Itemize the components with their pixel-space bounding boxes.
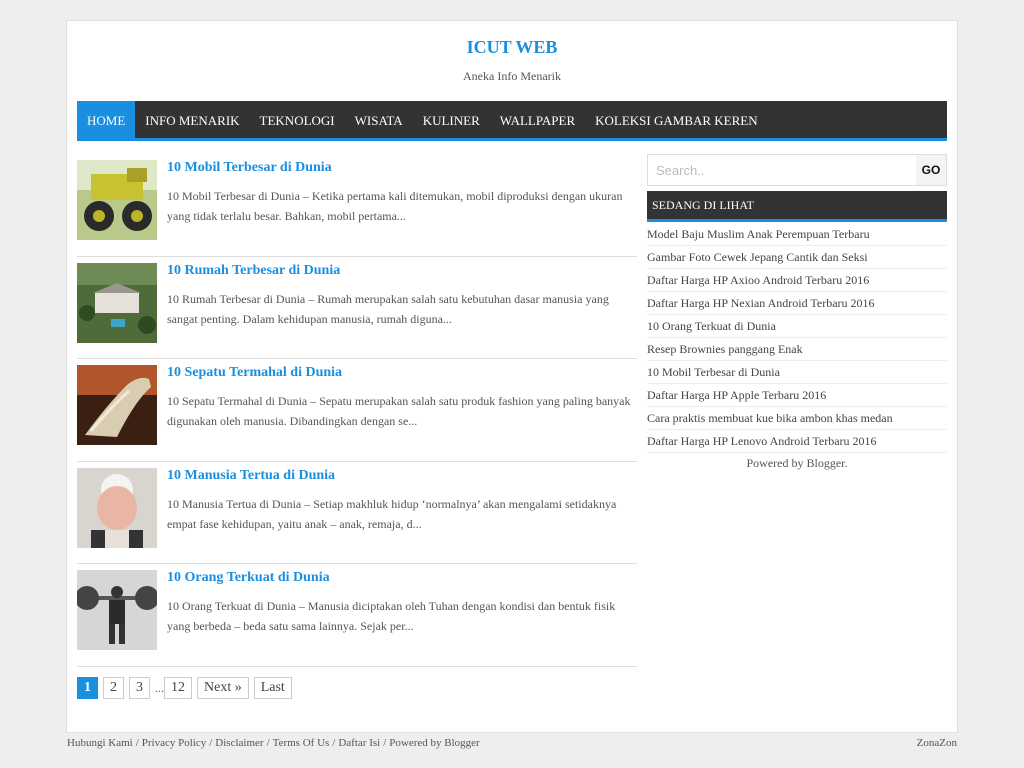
main-nav: HOME INFO MENARIK TEKNOLOGI WISATA KULIN…: [77, 101, 947, 141]
popular-posts-list: Model Baju Muslim Anak Perempuan Terbaru…: [647, 223, 947, 453]
popular-post-item[interactable]: Daftar Harga HP Axioo Android Terbaru 20…: [647, 269, 947, 292]
search-box: GO: [647, 154, 947, 186]
footer-credit[interactable]: ZonaZon: [917, 737, 957, 749]
post-item: 10 Orang Terkuat di Dunia 10 Orang Terku…: [77, 564, 637, 667]
sidebar: GO SEDANG DI LIHAT Model Baju Muslim Ana…: [647, 154, 947, 473]
footer-separator: /: [332, 737, 336, 749]
post-excerpt: 10 Sepatu Termahal di Dunia – Sepatu mer…: [167, 394, 631, 428]
site-description: Aneka Info Menarik: [463, 69, 561, 83]
post-thumbnail-elder[interactable]: [77, 467, 157, 548]
footer-link-privacy-policy[interactable]: Privacy Policy: [142, 737, 206, 749]
footer-separator: /: [209, 737, 213, 749]
popular-post-item[interactable]: Resep Brownies panggang Enak: [647, 338, 947, 361]
page-link-3[interactable]: 3: [129, 677, 150, 699]
nav-item-koleksi-gambar[interactable]: KOLEKSI GAMBAR KEREN: [585, 101, 768, 141]
site-title[interactable]: ICUT WEB: [67, 37, 957, 58]
post-item: 10 Rumah Terbesar di Dunia 10 Rumah Terb…: [77, 257, 637, 359]
popular-post-item[interactable]: Gambar Foto Cewek Jepang Cantik dan Seks…: [647, 246, 947, 269]
footer-link-terms[interactable]: Terms Of Us: [273, 737, 330, 749]
page-link-2[interactable]: 2: [103, 677, 124, 699]
page-link-last-number[interactable]: 12: [164, 677, 192, 699]
popular-post-item[interactable]: Daftar Harga HP Nexian Android Terbaru 2…: [647, 292, 947, 315]
footer-separator: /: [135, 737, 139, 749]
post-thumbnail-mansion[interactable]: [77, 262, 157, 343]
popular-post-item[interactable]: Model Baju Muslim Anak Perempuan Terbaru: [647, 223, 947, 246]
last-page-button[interactable]: Last: [253, 677, 292, 699]
post-item: 10 Mobil Terbesar di Dunia 10 Mobil Terb…: [77, 154, 637, 257]
footer-links: Hubungi Kami / Privacy Policy / Disclaimer / T…: [67, 737, 480, 749]
footer-link-disclaimer[interactable]: Disclaimer: [215, 737, 263, 749]
search-input[interactable]: [648, 155, 916, 185]
post-title[interactable]: 10 Orang Terkuat di Dunia: [167, 570, 330, 586]
nav-item-teknologi[interactable]: TEKNOLOGI: [250, 101, 345, 141]
post-excerpt: 10 Manusia Tertua di Dunia – Setiap makh…: [167, 496, 617, 531]
popular-post-item[interactable]: Daftar Harga HP Apple Terbaru 2016: [647, 384, 947, 407]
post-title[interactable]: 10 Rumah Terbesar di Dunia: [167, 263, 340, 279]
search-go-button[interactable]: GO: [916, 155, 946, 185]
nav-item-wallpaper[interactable]: WALLPAPER: [490, 101, 585, 141]
popular-post-item[interactable]: Cara praktis membuat kue bika ambon khas…: [647, 407, 947, 430]
next-page-button[interactable]: Next »: [197, 677, 249, 699]
powered-by-blogger[interactable]: Powered by Blogger.: [647, 453, 947, 473]
page-current[interactable]: 1: [77, 677, 98, 699]
footer-link-daftar-isi[interactable]: Daftar Isi: [338, 737, 380, 749]
post-list: 10 Mobil Terbesar di Dunia 10 Mobil Terb…: [77, 154, 637, 667]
post-title[interactable]: 10 Mobil Terbesar di Dunia: [167, 160, 332, 176]
widget-title: SEDANG DI LIHAT: [647, 191, 947, 222]
post-title[interactable]: 10 Sepatu Termahal di Dunia: [167, 365, 342, 381]
footer: Hubungi Kami / Privacy Policy / Disclaimer / T…: [67, 737, 957, 749]
footer-separator: /: [383, 737, 387, 749]
post-thumbnail-shoe[interactable]: [77, 365, 157, 445]
post-excerpt: 10 Rumah Terbesar di Dunia – Rumah merup…: [167, 291, 609, 326]
post-item: 10 Sepatu Termahal di Dunia 10 Sepatu Te…: [77, 359, 637, 462]
post-thumbnail-strongman[interactable]: [77, 570, 157, 650]
popular-post-item[interactable]: 10 Orang Terkuat di Dunia: [647, 315, 947, 338]
post-thumbnail-truck[interactable]: [77, 160, 157, 240]
footer-link-powered-by-blogger[interactable]: Powered by Blogger: [389, 737, 479, 749]
page-ellipsis: ...: [155, 680, 164, 695]
nav-item-kuliner[interactable]: KULINER: [413, 101, 490, 141]
nav-item-info-menarik[interactable]: INFO MENARIK: [135, 101, 249, 141]
post-title[interactable]: 10 Manusia Tertua di Dunia: [167, 468, 335, 484]
nav-item-home[interactable]: HOME: [77, 101, 136, 141]
post-excerpt: 10 Mobil Terbesar di Dunia – Ketika pert…: [167, 189, 623, 223]
post-item: 10 Manusia Tertua di Dunia 10 Manusia Te…: [77, 462, 637, 564]
popular-post-item[interactable]: Daftar Harga HP Lenovo Android Terbaru 2…: [647, 430, 947, 453]
post-excerpt: 10 Orang Terkuat di Dunia – Manusia dici…: [167, 599, 616, 633]
page-container: ICUT WEB Aneka Info Menarik HOME INFO ME…: [66, 20, 958, 733]
nav-item-wisata[interactable]: WISATA: [345, 101, 413, 141]
footer-link-hubungi-kami[interactable]: Hubungi Kami: [67, 737, 133, 749]
popular-post-item[interactable]: 10 Mobil Terbesar di Dunia: [647, 361, 947, 384]
pagination: 1 2 3 ... 12 Next » Last: [77, 677, 292, 699]
footer-separator: /: [266, 737, 270, 749]
